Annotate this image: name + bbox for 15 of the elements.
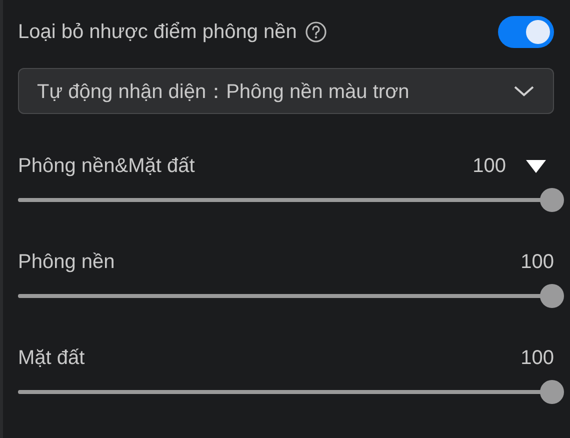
slider-value: 100 xyxy=(520,250,554,274)
triangle-down-icon[interactable] xyxy=(526,160,546,172)
setting-title: Loại bỏ nhược điểm phông nền xyxy=(18,20,297,44)
slider-thumb[interactable] xyxy=(540,188,564,212)
slider-label: Phông nền&Mặt đất xyxy=(18,154,195,178)
mode-dropdown[interactable]: Tự động nhận diện：Phông nền màu trơn xyxy=(18,68,554,114)
toggle-switch[interactable] xyxy=(498,16,554,48)
slider-label: Phông nền xyxy=(18,250,115,274)
help-icon[interactable] xyxy=(304,21,327,43)
slider-thumb[interactable] xyxy=(540,380,564,404)
slider-value: 100 xyxy=(520,346,554,370)
slider-thumb[interactable] xyxy=(540,284,564,308)
slider-label: Mặt đất xyxy=(18,346,85,370)
slider-value: 100 xyxy=(472,154,506,178)
chevron-down-icon xyxy=(513,85,535,97)
